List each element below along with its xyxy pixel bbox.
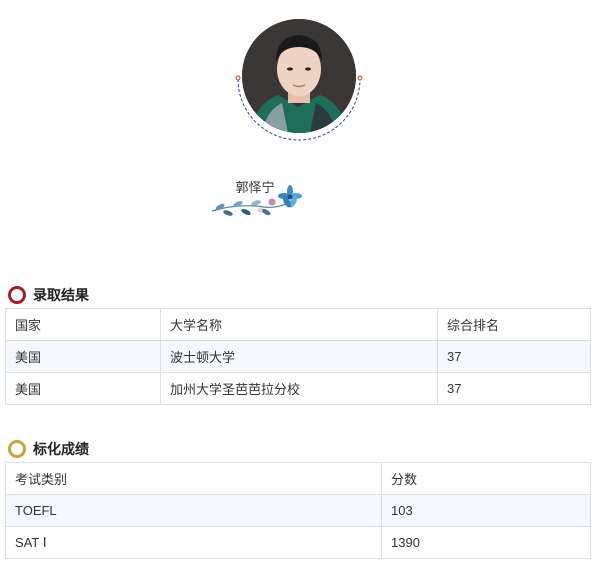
header-cell: 考试类别 xyxy=(5,462,382,495)
ring-icon xyxy=(8,286,26,304)
admission-section-title: 录取结果 xyxy=(8,285,89,305)
table-row: 美国 波士顿大学 37 xyxy=(5,340,591,373)
table-cell: SAT Ⅰ xyxy=(5,526,382,559)
admission-title-text: 录取结果 xyxy=(33,287,89,303)
table-cell: 美国 xyxy=(5,372,161,405)
header-cell: 综合排名 xyxy=(437,308,591,341)
table-row: SAT Ⅰ 1390 xyxy=(5,526,591,559)
floral-decoration-icon xyxy=(211,185,302,216)
scores-table: 考试类别 分数 TOEFL 103 SAT Ⅰ 1390 xyxy=(5,462,591,559)
table-cell: 美国 xyxy=(5,340,161,373)
table-cell: 加州大学圣芭芭拉分校 xyxy=(160,372,438,405)
table-header-row: 国家 大学名称 综合排名 xyxy=(5,308,591,341)
table-header-row: 考试类别 分数 xyxy=(5,462,591,495)
avatar-block xyxy=(234,17,364,141)
avatar xyxy=(242,19,356,133)
table-cell: 37 xyxy=(437,340,591,373)
table-cell: TOEFL xyxy=(5,494,382,527)
table-cell: 37 xyxy=(437,372,591,405)
header-cell: 分数 xyxy=(381,462,591,495)
table-cell: 103 xyxy=(381,494,591,527)
header-cell: 大学名称 xyxy=(160,308,438,341)
ring-icon xyxy=(8,440,26,458)
table-cell: 1390 xyxy=(381,526,591,559)
scores-title-text: 标化成绩 xyxy=(33,441,89,457)
table-cell: 波士顿大学 xyxy=(160,340,438,373)
admission-table: 国家 大学名称 综合排名 美国 波士顿大学 37 美国 加州大学圣芭芭拉分校 3… xyxy=(5,308,591,405)
scores-section-title: 标化成绩 xyxy=(8,439,89,459)
table-row: 美国 加州大学圣芭芭拉分校 37 xyxy=(5,372,591,405)
header-cell: 国家 xyxy=(5,308,161,341)
table-row: TOEFL 103 xyxy=(5,494,591,527)
